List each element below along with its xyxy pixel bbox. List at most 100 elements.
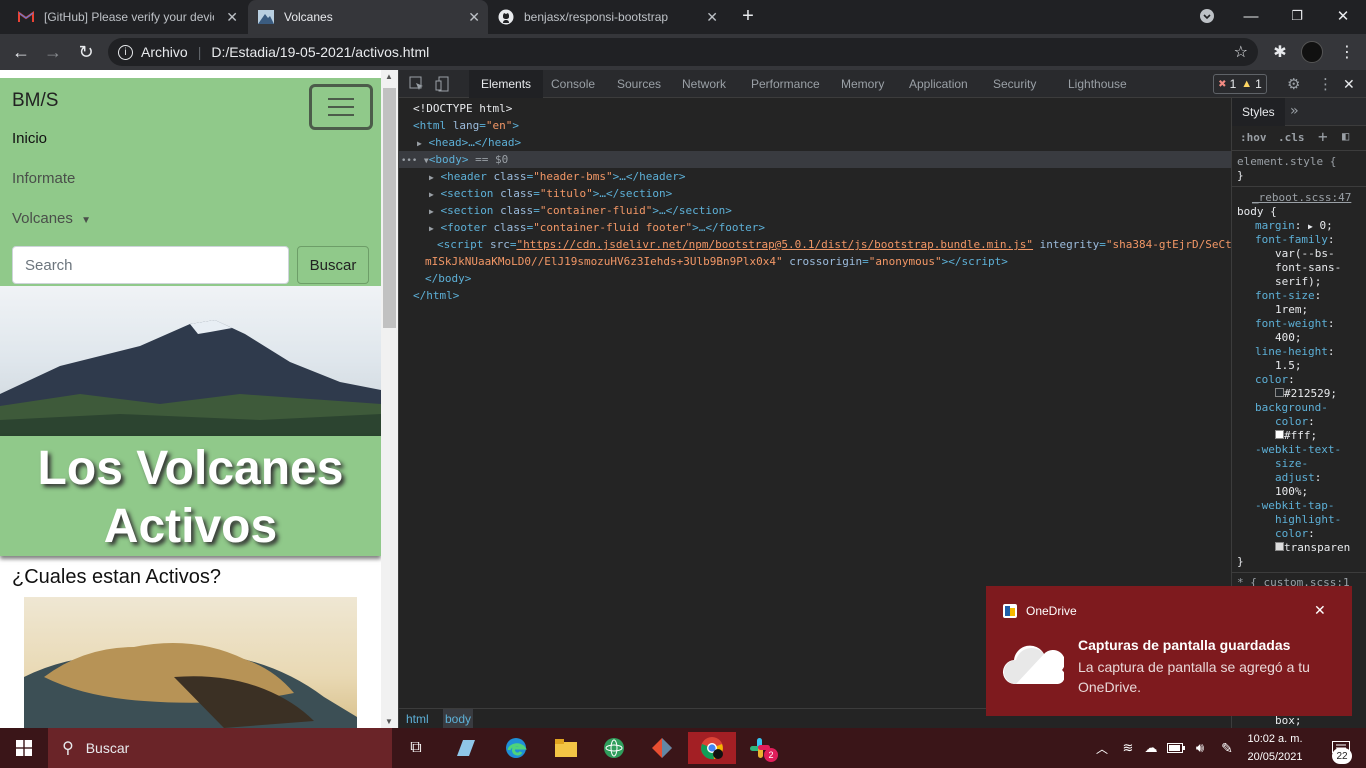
nav-dropdown-volcanes[interactable]: Volcanes ▼ xyxy=(12,210,91,227)
close-window-icon[interactable]: ✕ xyxy=(1328,4,1358,28)
tab-network[interactable]: Network xyxy=(670,70,738,98)
menu-icon[interactable]: ⋮ xyxy=(1334,40,1360,64)
address-bar[interactable]: i Archivo | D:/Estadia/19-05-2021/activo… xyxy=(108,38,1258,66)
style-source-link[interactable]: _reboot.scss:47 xyxy=(1252,191,1351,204)
tab-search-icon[interactable] xyxy=(1192,4,1222,28)
close-icon[interactable]: ✕ xyxy=(706,9,718,26)
address-separator: | xyxy=(197,44,202,60)
devtools-close-icon[interactable]: ✕ xyxy=(1339,70,1359,98)
minimize-icon[interactable]: — xyxy=(1236,4,1266,28)
tab-security[interactable]: Security xyxy=(981,70,1048,98)
atom-icon[interactable] xyxy=(590,732,638,764)
address-scheme: Archivo xyxy=(141,44,188,60)
dom-section-titulo[interactable]: ▶ <section class="titulo">…</section> xyxy=(429,185,672,203)
divider xyxy=(1232,150,1366,151)
file-manager-app-icon[interactable] xyxy=(442,732,490,764)
search-icon: ⚲ xyxy=(62,740,74,757)
back-arrow-icon[interactable]: ← xyxy=(8,40,34,64)
tab-memory[interactable]: Memory xyxy=(829,70,896,98)
restore-icon[interactable]: ❐ xyxy=(1282,4,1312,28)
devtools-menu-icon[interactable]: ⋮ xyxy=(1314,70,1337,98)
issues-counter[interactable]: ✖ 1 ▲ 1 xyxy=(1213,74,1267,94)
dom-head[interactable]: ▶ <head>…</head> xyxy=(417,134,521,152)
reload-icon[interactable]: ↻ xyxy=(73,40,99,64)
style-val-bg: #fff; xyxy=(1275,429,1317,442)
cls-button[interactable]: .cls xyxy=(1278,131,1305,144)
style-val: serif); xyxy=(1275,275,1322,288)
tab-sources[interactable]: Sources xyxy=(605,70,673,98)
info-icon[interactable]: i xyxy=(118,44,133,60)
edge-icon[interactable] xyxy=(492,732,540,764)
dom-script[interactable]: <script src="https://cdn.jsdelivr.net/np… xyxy=(437,236,1231,253)
action-center-icon[interactable]: 22 xyxy=(1316,732,1366,764)
style-prop-wth2: highlight- xyxy=(1275,513,1342,526)
scroll-down-icon[interactable]: ▼ xyxy=(385,717,393,726)
avatar[interactable] xyxy=(1299,40,1325,64)
new-rule-icon[interactable]: + xyxy=(1318,127,1328,146)
more-tabs-icon[interactable]: » xyxy=(1290,103,1298,119)
dom-footer[interactable]: ▶ <footer class="container-fluid footer"… xyxy=(429,219,765,237)
pen-icon[interactable]: ✎ xyxy=(1214,732,1240,764)
file-explorer-icon[interactable] xyxy=(542,732,590,764)
color-swatch xyxy=(1275,542,1284,551)
onedrive-tray-icon[interactable]: ☁ xyxy=(1140,732,1162,764)
divider xyxy=(1232,186,1366,187)
close-icon[interactable]: ✕ xyxy=(226,9,238,26)
task-view-icon[interactable]: ⧉ xyxy=(392,732,440,764)
tab-elements[interactable]: Elements xyxy=(469,70,544,98)
star-icon[interactable]: ☆ xyxy=(1234,42,1248,62)
tab-github-repo[interactable]: benjasx/responsi-bootstrap ✕ xyxy=(488,0,726,34)
close-icon[interactable]: ✕ xyxy=(1314,602,1326,619)
chevron-up-icon[interactable]: ︿ xyxy=(1092,732,1112,764)
close-icon[interactable]: ✕ xyxy=(468,9,480,26)
tab-application[interactable]: Application xyxy=(897,70,980,98)
style-selector[interactable]: body { xyxy=(1237,205,1277,218)
nav-link-inicio[interactable]: Inicio xyxy=(12,130,47,147)
chrome-icon[interactable] xyxy=(688,732,736,764)
breadcrumb-body[interactable]: body xyxy=(443,709,474,728)
hov-button[interactable]: :hov xyxy=(1240,131,1267,144)
element-style-rule[interactable]: element.style { xyxy=(1237,155,1336,168)
settings-gear-icon[interactable]: ⚙ xyxy=(1283,70,1304,98)
tab-github-verify[interactable]: [GitHub] Please verify your device ✕ xyxy=(8,0,246,34)
navbar-toggler-button[interactable] xyxy=(309,84,373,130)
dom-section-container[interactable]: ▶ <section class="container-fluid">…</se… xyxy=(429,202,732,220)
wifi-icon[interactable]: ≋ xyxy=(1116,732,1140,764)
dom-body-selected[interactable] xyxy=(399,151,1231,168)
nav-link-informate[interactable]: Informate xyxy=(12,170,75,187)
search-input[interactable]: Search xyxy=(12,246,289,284)
navbar-brand[interactable]: BM/S xyxy=(12,90,58,112)
toggle-sidebar-icon[interactable]: ◧ xyxy=(1342,129,1349,143)
new-tab-button[interactable]: + xyxy=(733,4,763,28)
scrollbar-thumb[interactable] xyxy=(383,88,396,328)
breadcrumb-html[interactable]: html xyxy=(406,712,429,726)
clock[interactable]: 10:02 a. m. 20/05/2021 xyxy=(1240,730,1310,766)
windows-start-icon[interactable] xyxy=(0,732,48,764)
page-scrollbar[interactable]: ▲ ▼ xyxy=(381,70,398,728)
github-icon xyxy=(498,9,514,25)
taskbar-search-box[interactable]: ⚲ Buscar xyxy=(48,728,392,768)
volume-icon[interactable]: 🔊︎ xyxy=(1188,732,1212,764)
scroll-up-icon[interactable]: ▲ xyxy=(385,72,393,81)
divider xyxy=(1232,572,1366,573)
battery-icon[interactable] xyxy=(1164,732,1188,764)
inspect-element-icon[interactable] xyxy=(403,70,431,98)
device-toolbar-icon[interactable] xyxy=(429,70,457,98)
notification-body: La captura de pantalla se agregó a tu On… xyxy=(1078,659,1310,695)
search-button[interactable]: Buscar xyxy=(297,246,369,284)
tab-console[interactable]: Console xyxy=(539,70,607,98)
dom-html-open[interactable]: <html lang="en"> xyxy=(413,117,519,134)
slack-icon[interactable]: 2 xyxy=(736,732,784,764)
style-prop-color: color: xyxy=(1255,373,1295,386)
forward-arrow-icon[interactable]: → xyxy=(40,40,66,64)
tab-styles[interactable]: Styles xyxy=(1232,98,1285,126)
clock-date: 20/05/2021 xyxy=(1247,751,1303,763)
extensions-icon[interactable]: ✱ xyxy=(1267,40,1293,64)
style-prop-font-family: font-family: xyxy=(1255,233,1335,246)
onedrive-notification[interactable]: OneDrive ✕ Capturas de pantalla guardada… xyxy=(986,586,1352,716)
dom-header[interactable]: ▶ <header class="header-bms">…</header> xyxy=(429,168,686,186)
tab-performance[interactable]: Performance xyxy=(739,70,832,98)
git-icon[interactable] xyxy=(638,732,686,764)
tab-lighthouse[interactable]: Lighthouse xyxy=(1056,70,1139,98)
tab-volcanes[interactable]: Volcanes ✕ xyxy=(248,0,488,34)
